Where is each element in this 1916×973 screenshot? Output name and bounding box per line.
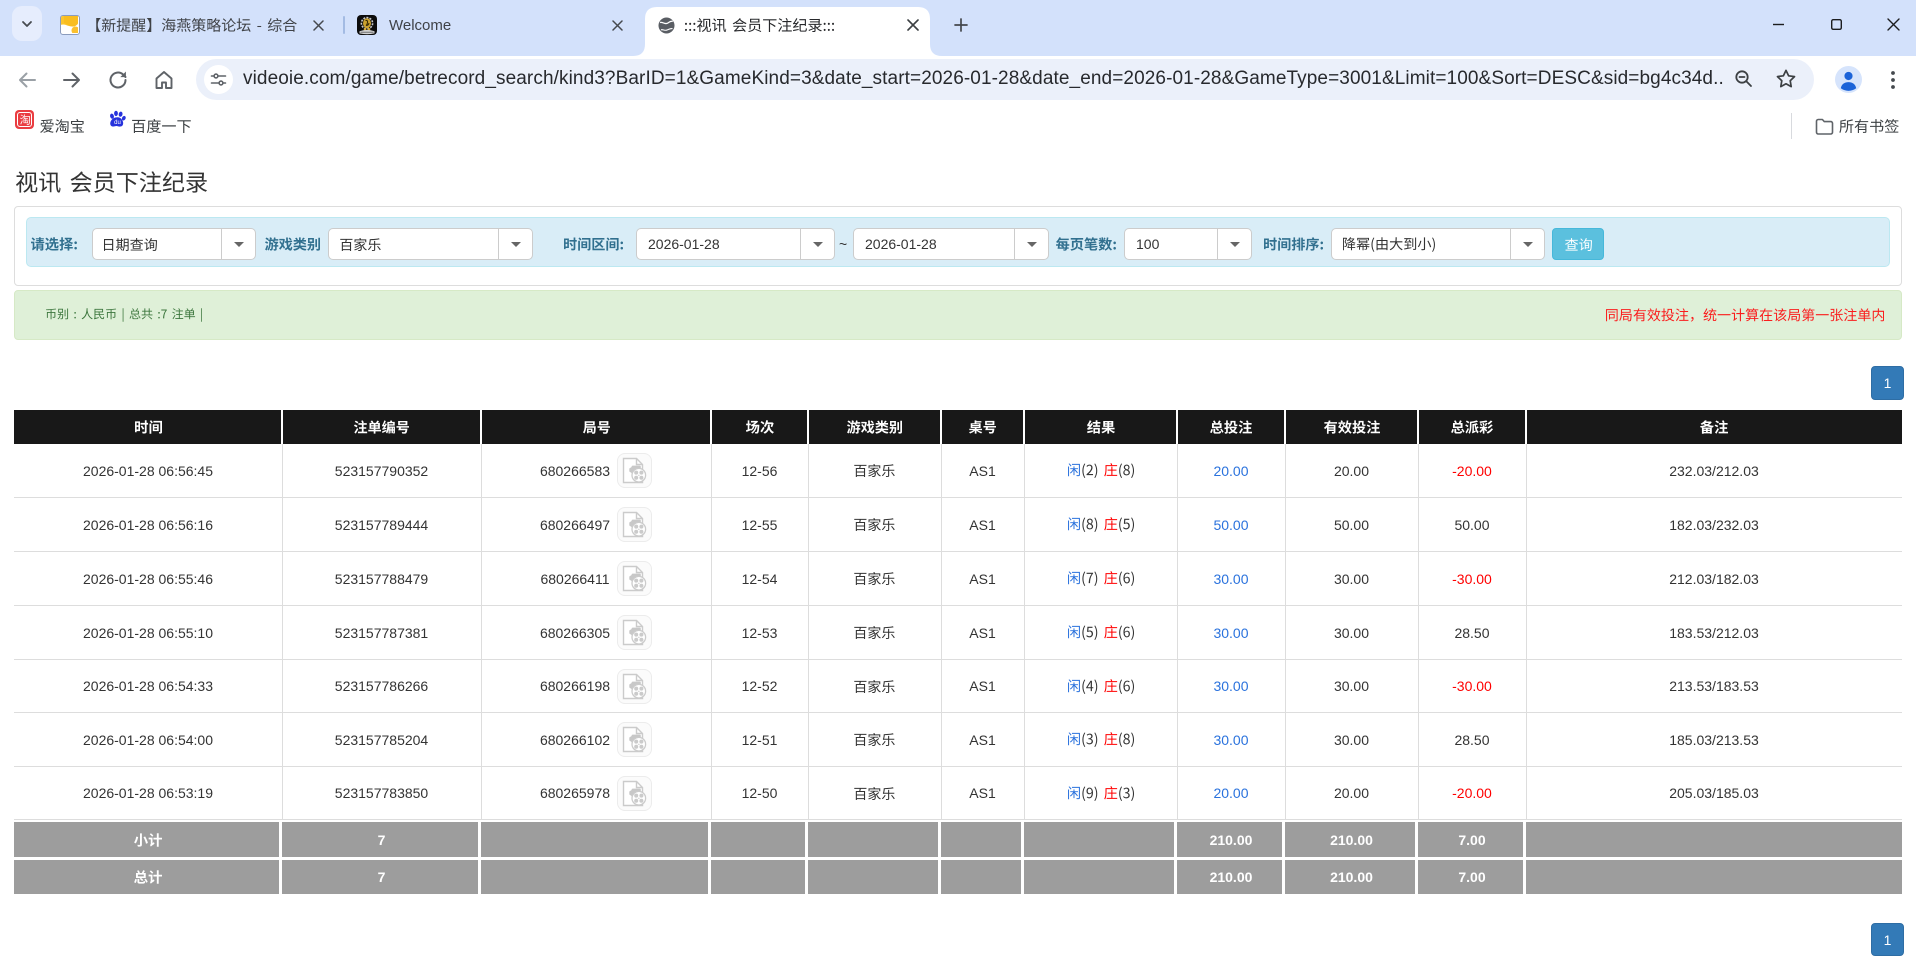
svg-text:du: du	[114, 120, 121, 126]
